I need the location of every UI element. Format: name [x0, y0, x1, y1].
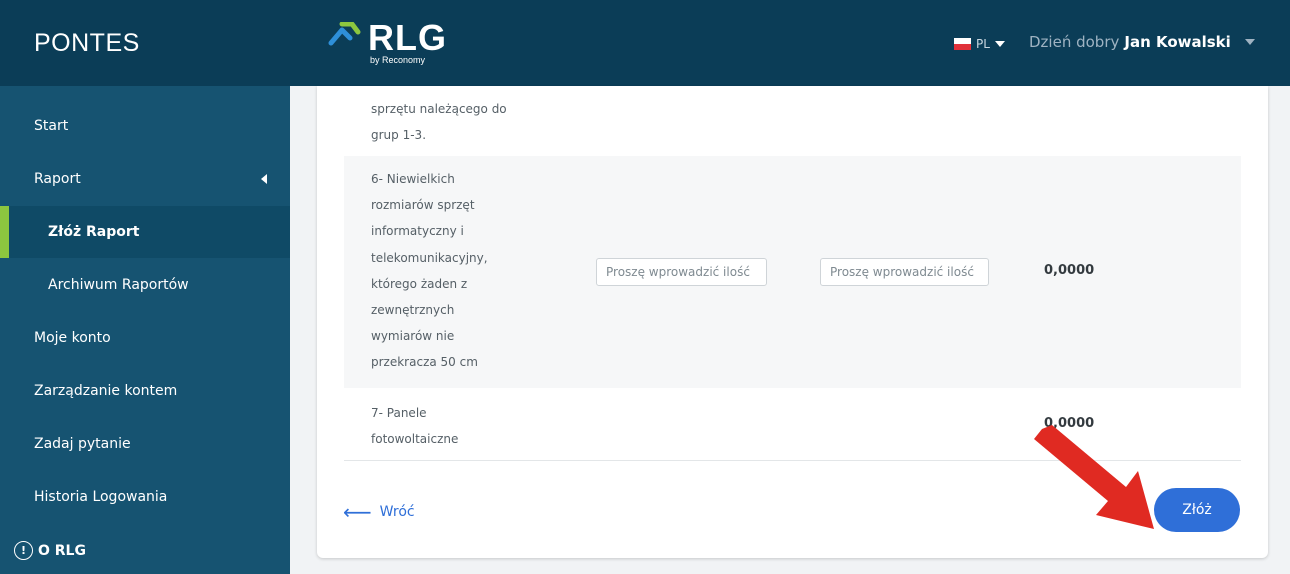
greeting-text: Dzień dobry [1029, 33, 1120, 51]
sidebar-item-zadaj-pytanie[interactable]: Zadaj pytanie [0, 418, 290, 470]
rlg-logo[interactable]: RLG by Reconomy [328, 17, 447, 76]
sidebar-item-historia-logowania[interactable]: Historia Logowania [0, 471, 290, 523]
quantity-input-2[interactable] [820, 258, 989, 286]
sidebar-item-zarzadzanie-kontem[interactable]: Zarządzanie kontem [0, 365, 290, 417]
sidebar-item-label: Historia Logowania [34, 489, 168, 505]
logo-text: RLG [368, 17, 447, 58]
sidebar-item-moje-konto[interactable]: Moje konto [0, 312, 290, 364]
row-total-value: 0,0000 [1044, 263, 1095, 278]
sidebar-item-zloz-raport[interactable]: Złóż Raport [0, 206, 290, 258]
back-link[interactable]: ⟵ Wróć [343, 502, 415, 522]
category-description: sprzętu należącego do grup 1-3. [371, 102, 507, 143]
sidebar-item-label: Złóż Raport [48, 224, 140, 240]
app-name: PONTES [34, 28, 140, 57]
back-label: Wróć [379, 504, 415, 520]
sidebar-item-label: Zarządzanie kontem [34, 383, 178, 399]
sidebar-item-label: Archiwum Raportów [48, 277, 189, 293]
sidebar-item-start[interactable]: Start [0, 100, 290, 152]
sidebar-item-archiwum-raportow[interactable]: Archiwum Raportów [0, 259, 290, 311]
language-selector[interactable]: PL [954, 37, 1005, 51]
app-brand[interactable]: PONTES [0, 0, 290, 86]
rlg-logo-icon [328, 22, 361, 46]
active-indicator [0, 206, 9, 258]
user-menu[interactable]: Dzień dobry Jan Kowalski [1029, 33, 1255, 51]
submit-button[interactable]: Złóż [1154, 488, 1240, 532]
user-name: Jan Kowalski [1124, 33, 1231, 51]
annotation-arrow-icon [1034, 425, 1154, 529]
sidebar-item-label: Zadaj pytanie [34, 436, 131, 452]
sidebar-item-raport[interactable]: Raport [0, 153, 290, 205]
chevron-down-icon [1244, 39, 1255, 45]
category-description: 6- Niewielkich rozmiarów sprzęt informat… [371, 172, 488, 370]
info-icon: ! [14, 541, 33, 560]
quantity-input-1[interactable] [596, 258, 767, 286]
category-description: 7- Panele fotowoltaiczne [371, 406, 459, 447]
sidebar-item-label: Start [34, 118, 69, 134]
language-code: PL [976, 37, 990, 51]
about-rlg-link[interactable]: ! O RLG [14, 541, 86, 560]
sidebar-item-label: Moje konto [34, 330, 111, 346]
chevron-left-icon [261, 174, 267, 184]
about-label: O RLG [38, 542, 86, 559]
top-bar: PONTES RLG by Reconomy PL Dzień dobry Ja… [0, 0, 1290, 86]
sidebar: Start Raport Złóż Raport Archiwum Raport… [0, 86, 290, 574]
arrow-left-icon: ⟵ [343, 500, 372, 524]
chevron-down-icon [994, 41, 1005, 47]
sidebar-item-label: Raport [34, 171, 81, 187]
poland-flag-icon [954, 38, 971, 50]
